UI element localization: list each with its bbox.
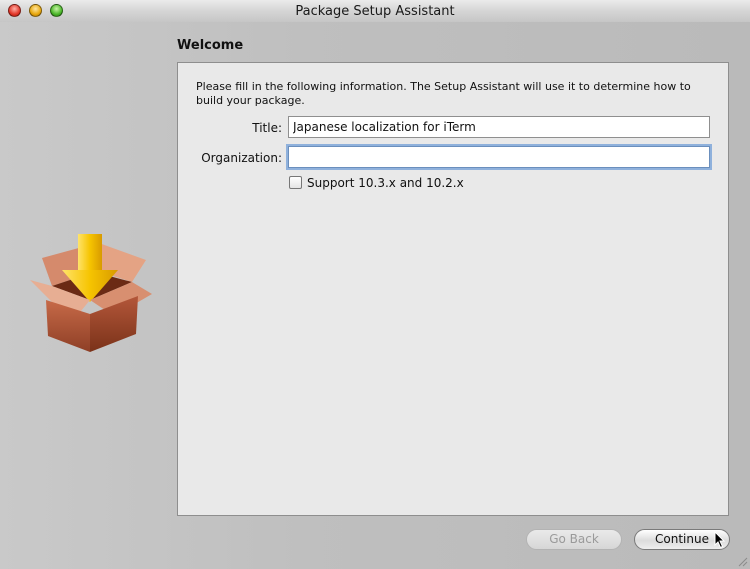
title-field[interactable]	[288, 116, 710, 138]
organization-field[interactable]	[288, 146, 710, 168]
window-title: Package Setup Assistant	[295, 4, 455, 19]
page-heading: Welcome	[177, 38, 244, 53]
title-label: Title:	[252, 121, 282, 135]
organization-label: Organization:	[201, 151, 282, 165]
package-box-download-icon	[30, 234, 152, 352]
support-legacy-label[interactable]: Support 10.3.x and 10.2.x	[307, 176, 464, 190]
resize-grip-icon[interactable]	[736, 555, 748, 567]
window-titlebar[interactable]: Package Setup Assistant	[0, 0, 750, 22]
intro-text: Please fill in the following information…	[196, 80, 691, 107]
mouse-pointer-icon	[714, 531, 726, 549]
go-back-button[interactable]: Go Back	[526, 529, 622, 550]
package-setup-window: Package Setup Assistant Welcome Please f…	[0, 0, 750, 569]
support-legacy-checkbox[interactable]	[289, 176, 302, 189]
